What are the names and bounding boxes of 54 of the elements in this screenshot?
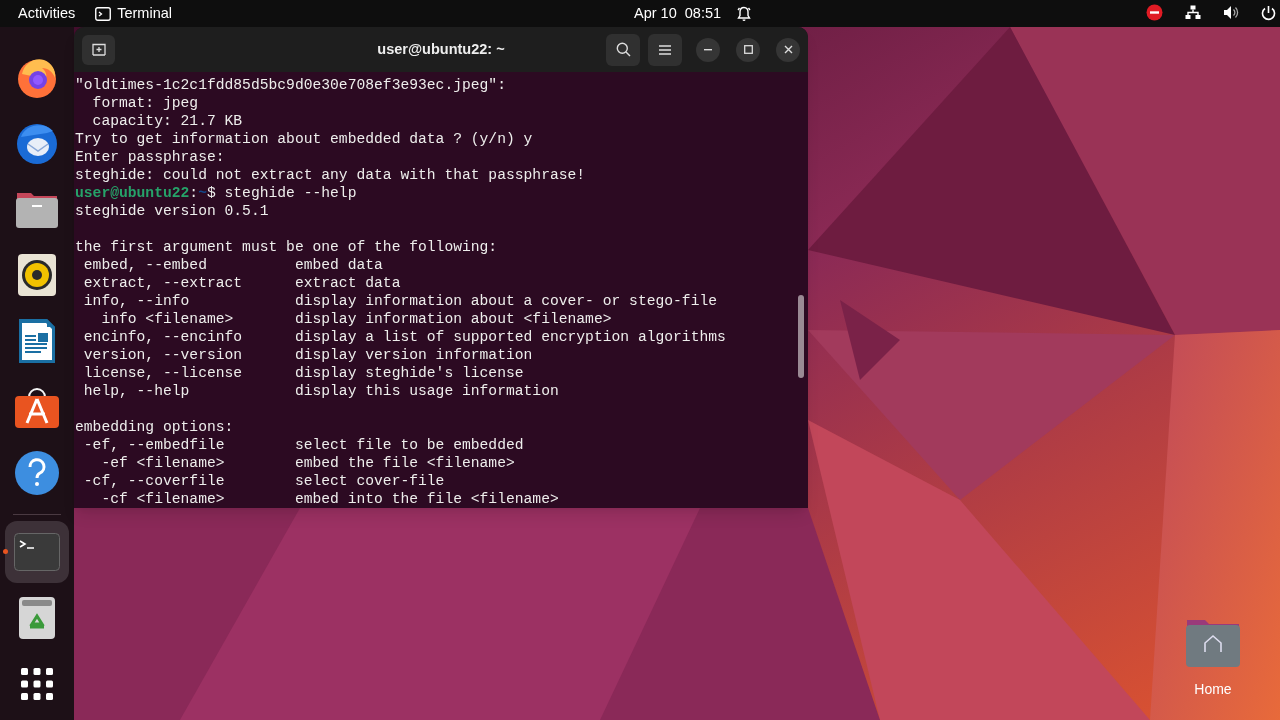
desktop-icon-label: Home — [1194, 680, 1232, 699]
trash-icon[interactable] — [18, 596, 56, 640]
clock[interactable]: Apr 10 08:51 — [634, 2, 722, 25]
terminal-line: version, --version display version information — [82, 346, 533, 364]
terminal-line: -ef, --embedfile select file to be embedded — [82, 436, 524, 454]
terminal-line: embedding options: — [75, 418, 234, 436]
new-tab-icon — [91, 43, 106, 56]
terminal-line: "oldtimes-1c2c1fdd85d5bc9d0e30e708ef3e93ec.jpeg": — [75, 76, 506, 94]
activities-button[interactable]: Activities — [18, 2, 76, 25]
speaker-icon[interactable] — [17, 253, 57, 297]
terminal-line: license, --license display steghide's license — [82, 364, 524, 382]
volume-icon[interactable] — [1223, 5, 1239, 20]
terminal-line: -cf, --coverfile select cover-file — [82, 472, 445, 490]
bell-icon — [737, 5, 752, 22]
terminal-icon — [95, 6, 112, 21]
terminal-line: help, --help display this usage information — [82, 382, 559, 400]
document-icon[interactable] — [18, 318, 56, 364]
search-button[interactable] — [606, 33, 640, 66]
close-button[interactable] — [776, 37, 800, 62]
do-not-disturb-icon[interactable] — [1146, 4, 1163, 21]
app-menu[interactable]: Terminal — [117, 2, 172, 25]
help-icon[interactable] — [14, 450, 60, 496]
terminal-line: steghide: could not extract any data with that passphrase! — [75, 166, 586, 184]
terminal-icon[interactable] — [14, 533, 60, 571]
network-icon[interactable] — [1185, 5, 1201, 20]
terminal-line: -ef <filename> embed the file <filename> — [100, 454, 515, 472]
terminal-line: format: jpeg — [91, 94, 199, 112]
menu-button[interactable] — [648, 33, 682, 66]
terminal-line: the first argument must be one of the following: — [75, 238, 498, 256]
search-icon — [615, 42, 631, 57]
terminal-line: info, --info display information about a cover- or stego-file — [82, 292, 718, 310]
maximize-button[interactable] — [736, 37, 760, 62]
terminal-line: encinfo, --encinfo display a list of supported encryption algorithms — [82, 328, 726, 346]
app-grid-icon[interactable] — [21, 668, 53, 700]
maximize-icon — [743, 45, 753, 54]
terminal-line: embed, --embed embed data — [82, 256, 383, 274]
terminal-line: Enter passphrase: — [75, 148, 225, 166]
close-icon — [783, 45, 793, 54]
prompt-line: user@ubuntu22:~$ steghide --help — [75, 184, 357, 202]
terminal-line: Try to get information about embedded data ? (y/n) y — [75, 130, 533, 148]
minimize-button[interactable] — [696, 37, 720, 62]
menu-icon — [659, 44, 671, 55]
window-title: user@ubuntu22: ~ — [377, 39, 505, 59]
terminal-line: -cf <filename> embed into the file <filename> — [100, 490, 559, 508]
terminal-line: steghide version 0.5.1 — [75, 202, 269, 220]
terminal-line: extract, --extract extract data — [82, 274, 401, 292]
scrollbar[interactable] — [798, 295, 804, 378]
power-icon[interactable] — [1261, 4, 1276, 21]
shopping-bag-icon[interactable] — [14, 385, 60, 429]
new-tab-button[interactable] — [82, 34, 115, 65]
terminal-line: capacity: 21.7 KB — [91, 112, 243, 130]
minimize-icon — [704, 48, 712, 51]
terminal-line: info <filename> display information about <filename> — [100, 310, 612, 328]
running-indicator — [3, 549, 8, 554]
